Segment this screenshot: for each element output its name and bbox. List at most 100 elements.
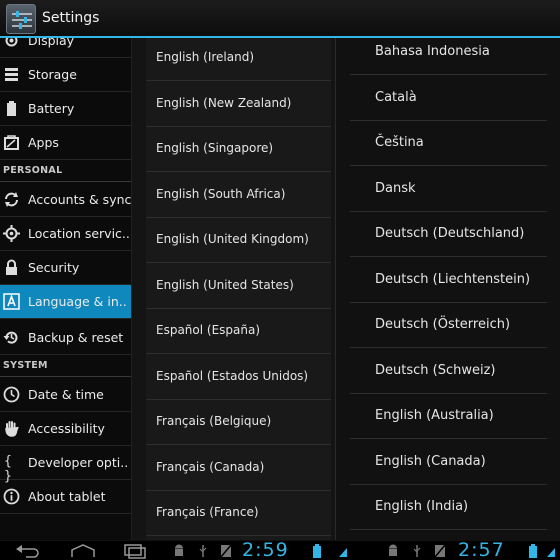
language-item[interactable]: Deutsch (Liechtenstein) [350,258,547,303]
language-item[interactable]: Deutsch (Deutschland) [350,212,547,257]
language-item[interactable]: Deutsch (Schweiz) [350,349,547,394]
language-item[interactable]: Français (Canada) [146,446,331,491]
language-icon [3,293,20,310]
signal-icon [339,548,347,557]
language-item-label: English (Australia) [375,408,494,423]
language-item[interactable]: Dansk [350,167,547,212]
signal-icon-2 [547,548,555,557]
clock-icon [3,386,20,403]
language-item[interactable]: English (Singapore) [146,127,331,172]
language-item[interactable]: English (United States) [146,264,331,309]
braces-icon: { } [4,454,12,484]
action-bar: Settings [0,0,560,38]
language-item-label: Español (España) [156,323,261,337]
back-icon[interactable] [14,543,44,559]
home-icon[interactable] [68,543,98,559]
sidebar-item-display[interactable]: Display [0,38,131,58]
sidebar-item-label: Apps [28,135,59,150]
sidebar-item-label: Display [28,38,75,48]
language-item-label: Français (Canada) [156,459,265,474]
sidebar-item-location[interactable]: Location servic.. [0,217,131,251]
sidebar-item-accounts-sync[interactable]: Accounts & sync [0,183,131,217]
language-item-label: Français (Belgique) [156,414,272,428]
section-header-label: PERSONAL [3,165,63,176]
language-item[interactable]: English (New Zealand) [146,82,331,127]
sidebar-item-label: Storage [28,67,77,82]
screenshot-icon [220,544,232,558]
language-item[interactable]: English (United Kingdom) [146,218,331,263]
apps-icon [4,135,19,150]
sidebar-item-label: Language & in.. [28,294,127,309]
language-item-label: English (Ireland) [156,50,255,64]
sidebar-item-apps[interactable]: Apps [0,126,131,160]
clock-left: 2:59 [242,539,289,560]
usb-icon-2 [413,545,421,557]
android-icon-2 [389,544,397,556]
sidebar-item-label: Developer opti.. [28,455,129,470]
language-item-label: English (Singapore) [156,141,274,155]
sidebar-item-language-input[interactable]: Language & in.. [0,285,131,319]
language-item[interactable]: Français (Belgique) [146,400,331,445]
sidebar-item-label: Battery [28,101,75,116]
sidebar-item-accessibility[interactable]: Accessibility [0,412,131,446]
android-icon [175,544,183,556]
sync-icon [5,192,18,207]
page-title: Settings [42,10,100,26]
language-item[interactable]: English (Canada) [350,440,547,485]
location-icon [3,225,20,242]
sidebar-item-label: Backup & reset [28,330,124,345]
language-item-label: Deutsch (Deutschland) [375,226,525,241]
sidebar-item-date-time[interactable]: Date & time [0,378,131,412]
sidebar-item-label: Date & time [28,387,104,402]
language-item[interactable]: Català [350,76,547,121]
battery-status-icon [313,544,321,558]
sidebar-item-developer-options[interactable]: { } Developer opti.. [0,446,131,484]
sidebar-item-backup-reset[interactable]: Backup & reset [0,321,131,355]
language-item[interactable]: Deutsch (Österreich) [350,303,547,348]
screenshot-icon-2 [434,544,446,558]
language-item[interactable]: Español (España) [146,309,331,354]
language-item-label: English (United States) [156,277,294,292]
info-icon [3,488,20,505]
sidebar-item-battery[interactable]: Battery [0,92,131,126]
storage-icon [5,68,18,81]
section-header-system: SYSTEM [0,355,131,377]
language-item-label: English (Canada) [375,453,486,469]
backup-icon [3,331,18,344]
language-list-left[interactable]: English (Ireland) English (New Zealand) En… [131,38,335,540]
language-item[interactable]: English (India) [350,485,547,530]
language-item-label: English (South Africa) [156,186,286,201]
language-item-label: Deutsch (Österreich) [375,317,511,332]
language-item-label: Dansk [375,180,416,196]
sidebar-item-label: Accessibility [28,421,105,436]
settings-sidebar: Display Storage Battery Apps PERSONAL Ac… [0,38,131,540]
sidebar-item-label: Accounts & sync [28,192,131,207]
language-item-label: English (United Kingdom) [156,232,309,246]
language-item[interactable]: English (Australia) [350,394,547,439]
display-icon [5,38,18,47]
sidebar-item-storage[interactable]: Storage [0,58,131,92]
sidebar-item-security[interactable]: Security [0,251,131,285]
language-item-label: Deutsch (Schweiz) [375,362,496,378]
language-item[interactable]: English (South Africa) [146,173,331,218]
sidebar-item-label: Security [28,260,80,275]
language-item-label: Français (France) [156,505,259,519]
language-list-right[interactable]: Bahasa Indonesia Català Čeština Dansk Deutsc… [335,38,560,540]
language-item-label: Čeština [375,135,424,150]
usb-icon [199,545,207,557]
system-bar: 2:59 2:57 [0,539,560,560]
sidebar-item-about-tablet[interactable]: About tablet [0,480,131,514]
language-item-label: Català [375,89,417,105]
language-item-label: Deutsch (Liechtenstein) [375,271,531,287]
language-item[interactable]: Français (France) [146,491,331,536]
language-item-label: Español (Estados Unidos) [156,368,309,383]
language-item[interactable]: Bahasa Indonesia [350,38,547,75]
language-list-left-body: English (Ireland) English (New Zealand) En… [146,38,331,540]
clock-right: 2:57 [458,539,505,560]
recent-apps-icon[interactable] [120,543,150,559]
settings-sliders-icon[interactable] [6,4,36,34]
language-item[interactable]: English (Ireland) [146,38,331,81]
language-item[interactable]: Español (Estados Unidos) [146,355,331,400]
language-item[interactable]: Čeština [350,121,547,166]
language-item-label: Bahasa Indonesia [375,44,490,59]
